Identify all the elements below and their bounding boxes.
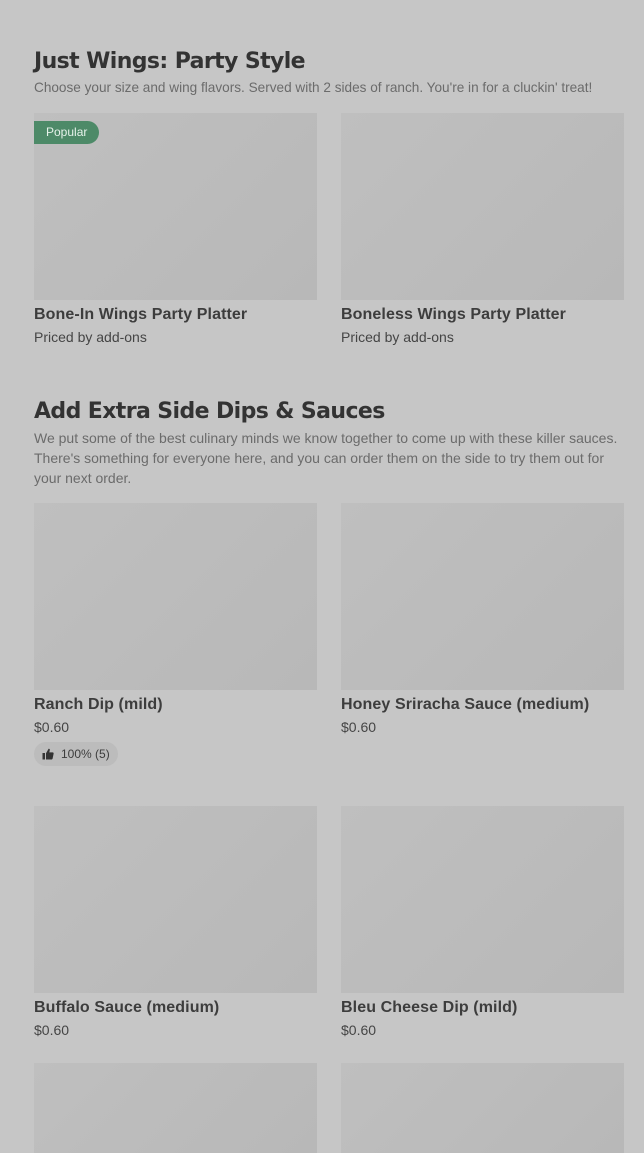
section-just-wings: Just Wings: Party Style Choose your size… — [34, 48, 624, 346]
item-image[interactable] — [34, 1063, 317, 1153]
item-price: $0.60 — [34, 1022, 70, 1038]
item-image[interactable] — [34, 503, 317, 690]
item-price: Priced by add-ons — [341, 329, 454, 345]
item-image[interactable] — [341, 113, 624, 300]
item-name[interactable]: Boneless Wings Party Platter — [341, 305, 624, 325]
popular-badge: Popular — [34, 121, 100, 144]
item-grid: Ranch Dip (mild) $0.60 100% (5) Honey Sr… — [34, 503, 624, 766]
menu-item-card[interactable]: Boneless Wings Party Platter Priced by a… — [341, 113, 624, 346]
item-image[interactable]: Popular — [34, 113, 317, 300]
section-side-dips: Add Extra Side Dips & Sauces We put some… — [34, 398, 624, 1153]
section-title: Just Wings: Party Style — [34, 49, 306, 74]
item-name[interactable]: Bleu Cheese Dip (mild) — [341, 998, 624, 1018]
menu-item-card[interactable] — [341, 1063, 624, 1153]
menu-item-card[interactable]: Honey Sriracha Sauce (medium) $0.60 — [341, 503, 624, 766]
item-grid — [34, 1063, 624, 1153]
item-grid: Popular Bone-In Wings Party Platter Pric… — [34, 113, 624, 346]
menu-item-card[interactable]: Ranch Dip (mild) $0.60 100% (5) — [34, 503, 317, 766]
item-price: $0.60 — [341, 719, 377, 735]
item-name[interactable]: Buffalo Sauce (medium) — [34, 998, 317, 1018]
item-price: $0.60 — [34, 719, 70, 735]
menu-item-card[interactable]: Bleu Cheese Dip (mild) $0.60 — [341, 806, 624, 1039]
rating-badge: 100% (5) — [34, 742, 118, 766]
item-image[interactable] — [341, 1063, 624, 1153]
item-name[interactable]: Bone-In Wings Party Platter — [34, 305, 317, 325]
menu-item-card[interactable]: Popular Bone-In Wings Party Platter Pric… — [34, 113, 317, 346]
item-price: $0.60 — [341, 1022, 377, 1038]
item-price: Priced by add-ons — [34, 329, 147, 345]
section-title: Add Extra Side Dips & Sauces — [34, 399, 385, 424]
thumbs-up-icon — [42, 748, 54, 760]
item-image[interactable] — [341, 503, 624, 690]
rating-text: 100% (5) — [61, 747, 110, 761]
section-description: We put some of the best culinary minds w… — [34, 430, 618, 486]
menu-item-card[interactable]: Buffalo Sauce (medium) $0.60 — [34, 806, 317, 1039]
item-image[interactable] — [341, 806, 624, 993]
item-name[interactable]: Honey Sriracha Sauce (medium) — [341, 695, 624, 715]
menu-item-card[interactable] — [34, 1063, 317, 1153]
item-image[interactable] — [34, 806, 317, 993]
section-description: Choose your size and wing flavors. Serve… — [34, 80, 593, 95]
item-grid: Buffalo Sauce (medium) $0.60 Bleu Cheese… — [34, 806, 624, 1039]
item-name[interactable]: Ranch Dip (mild) — [34, 695, 317, 715]
